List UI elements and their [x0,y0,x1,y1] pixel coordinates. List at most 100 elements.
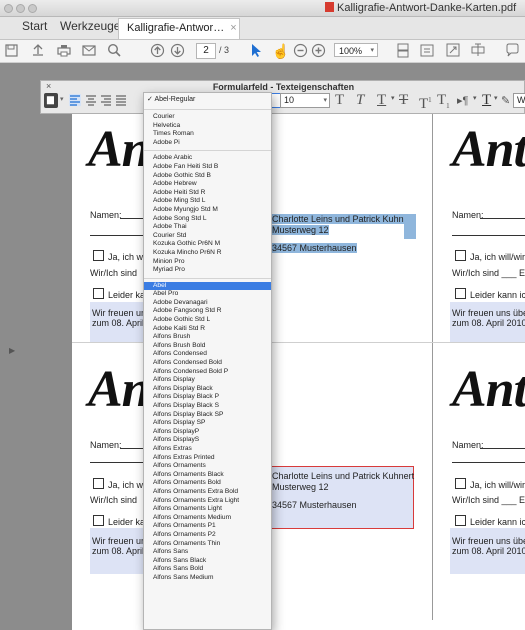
font-option[interactable]: Abel Pro [144,290,271,299]
font-color-chevron-down-icon[interactable]: ▾ [494,94,498,102]
align-left-icon[interactable] [69,94,81,106]
pencil-icon[interactable]: ✎ [501,94,510,107]
fullscreen-icon[interactable] [446,43,460,57]
sidebar-expand-icon[interactable]: ▶ [9,346,15,355]
font-option[interactable]: Adobe Thai [144,223,271,232]
zoom-window-button[interactable] [28,4,37,13]
text-superscript-icon[interactable]: T1 [419,93,432,112]
font-option[interactable]: Alfons Display Black SP [144,411,271,420]
text-strikethrough-icon[interactable]: T [399,93,408,108]
font-option[interactable]: Alfons Condensed [144,350,271,359]
font-option[interactable]: Alfons Ornaments Extra Bold [144,488,271,497]
font-option[interactable]: Alfons Extras Printed [144,454,271,463]
font-option[interactable]: Adobe Fangsong Std R [144,307,271,316]
tab-start[interactable]: Start [22,19,47,33]
font-option[interactable]: Alfons DisplayS [144,436,271,445]
font-color-icon[interactable]: T [482,93,491,108]
font-option[interactable]: Alfons Display Black [144,385,271,394]
text-color-button[interactable]: ▆ [44,93,58,108]
font-option[interactable]: Times Roman [144,130,271,139]
accept-checkbox-lower-right[interactable] [455,478,466,489]
fit-page-icon[interactable] [396,43,410,58]
font-field-right[interactable]: We [513,93,525,108]
font-option[interactable]: Alfons Ornaments Medium [144,514,271,523]
font-option[interactable]: Adobe Heiti Std R [144,189,271,198]
font-option[interactable]: Alfons Brush [144,333,271,342]
font-option[interactable]: Alfons Ornaments Bold [144,479,271,488]
font-option[interactable]: Alfons Ornaments Light [144,505,271,514]
font-option[interactable]: Alfons Display Black S [144,402,271,411]
address-field[interactable]: Charlotte Leins und Patrick Kuhnert Must… [272,214,415,254]
text-style-regular-icon[interactable]: T [335,93,344,108]
font-option-highlighted[interactable]: Abel [144,281,271,291]
align-center-icon[interactable] [85,94,97,106]
tab-close-icon[interactable]: × [230,22,236,34]
select-cursor-icon[interactable] [250,43,262,58]
font-option[interactable]: Myriad Pro [144,266,271,275]
zoom-out-icon[interactable] [293,43,308,58]
font-option[interactable]: Courier Std [144,232,271,241]
font-option[interactable]: Adobe Pi [144,139,271,148]
font-size-field[interactable]: 10 ▾ [280,93,330,108]
font-option[interactable]: Alfons Extras [144,445,271,454]
font-option[interactable]: Adobe Gothic Std B [144,172,271,181]
font-option[interactable]: Kozuka Mincho Pr6N R [144,249,271,258]
text-style-italic-icon[interactable]: T [356,93,364,108]
zoom-select[interactable]: 100% ▾ [334,43,378,57]
paragraph-direction-icon[interactable]: ▸¶ [457,94,468,107]
font-dropdown-menu[interactable]: ✓ Abel-Regular Courier Helvetica Times Rom… [143,92,272,630]
font-option[interactable]: Alfons Sans Black [144,557,271,566]
form-field-icon[interactable] [471,43,485,57]
font-option[interactable]: Alfons Condensed Bold [144,359,271,368]
align-right-icon[interactable] [100,94,112,106]
font-option[interactable]: Alfons Ornaments Extra Light [144,497,271,506]
font-option[interactable]: Adobe Kaiti Std R [144,325,271,334]
font-option[interactable]: Alfons Brush Bold [144,342,271,351]
save-icon[interactable] [5,44,18,57]
address-field-lower[interactable]: Charlotte Leins und Patrick Kuhnert Must… [266,466,414,529]
form-panel-close-icon[interactable]: × [46,81,51,91]
font-option[interactable]: Adobe Ming Std L [144,197,271,206]
previous-page-icon[interactable] [150,43,165,58]
font-option[interactable]: Minion Pro [144,258,271,267]
font-option[interactable]: Alfons Condensed Bold P [144,368,271,377]
font-option[interactable]: Alfons Ornaments [144,462,271,471]
font-option-current[interactable]: ✓ Abel-Regular [144,93,271,106]
font-option[interactable]: Alfons Ornaments P1 [144,522,271,531]
font-option[interactable]: Alfons Ornaments Thin [144,540,271,549]
next-page-icon[interactable] [170,43,185,58]
align-justify-icon[interactable] [115,94,127,106]
tab-tools[interactable]: Werkzeuge [60,19,120,33]
font-option[interactable]: Adobe Myungjo Std M [144,206,271,215]
decline-checkbox-lower-right[interactable] [455,515,466,526]
text-color-chevron-down-icon[interactable]: ▾ [60,95,64,103]
font-option[interactable]: Adobe Song Std L [144,215,271,224]
comment-icon[interactable] [505,43,519,57]
tab-document[interactable]: Kalligrafie-Antwor… × [118,18,240,39]
decline-checkbox-lower[interactable] [93,515,104,526]
font-option[interactable]: Alfons Sans Medium [144,574,271,583]
font-option[interactable]: Alfons Sans Bold [144,565,271,574]
font-option[interactable]: Adobe Fan Heiti Std B [144,163,271,172]
close-window-button[interactable] [4,4,13,13]
print-icon[interactable] [57,44,71,57]
font-option[interactable]: Alfons DisplayP [144,428,271,437]
scroll-mode-icon[interactable] [420,43,434,58]
font-option[interactable]: Adobe Devanagari [144,299,271,308]
decline-checkbox-right[interactable] [455,288,466,299]
mail-icon[interactable] [82,45,96,56]
text-subscript-icon[interactable]: T1 [437,93,450,114]
font-option[interactable]: Alfons Display [144,376,271,385]
page-number-input[interactable]: 2 [196,43,216,59]
paragraph-direction-chevron-down-icon[interactable]: ▾ [473,94,477,102]
font-option[interactable]: Helvetica [144,122,271,131]
upload-icon[interactable] [31,43,45,57]
minimize-window-button[interactable] [16,4,25,13]
underline-chevron-down-icon[interactable]: ▾ [391,94,395,102]
font-option[interactable]: Adobe Hebrew [144,180,271,189]
font-option[interactable]: Adobe Gothic Std L [144,316,271,325]
font-option[interactable]: Kozuka Gothic Pr6N M [144,240,271,249]
search-icon[interactable] [107,43,121,57]
font-option[interactable]: Alfons Ornaments P2 [144,531,271,540]
accept-checkbox-lower[interactable] [93,478,104,489]
